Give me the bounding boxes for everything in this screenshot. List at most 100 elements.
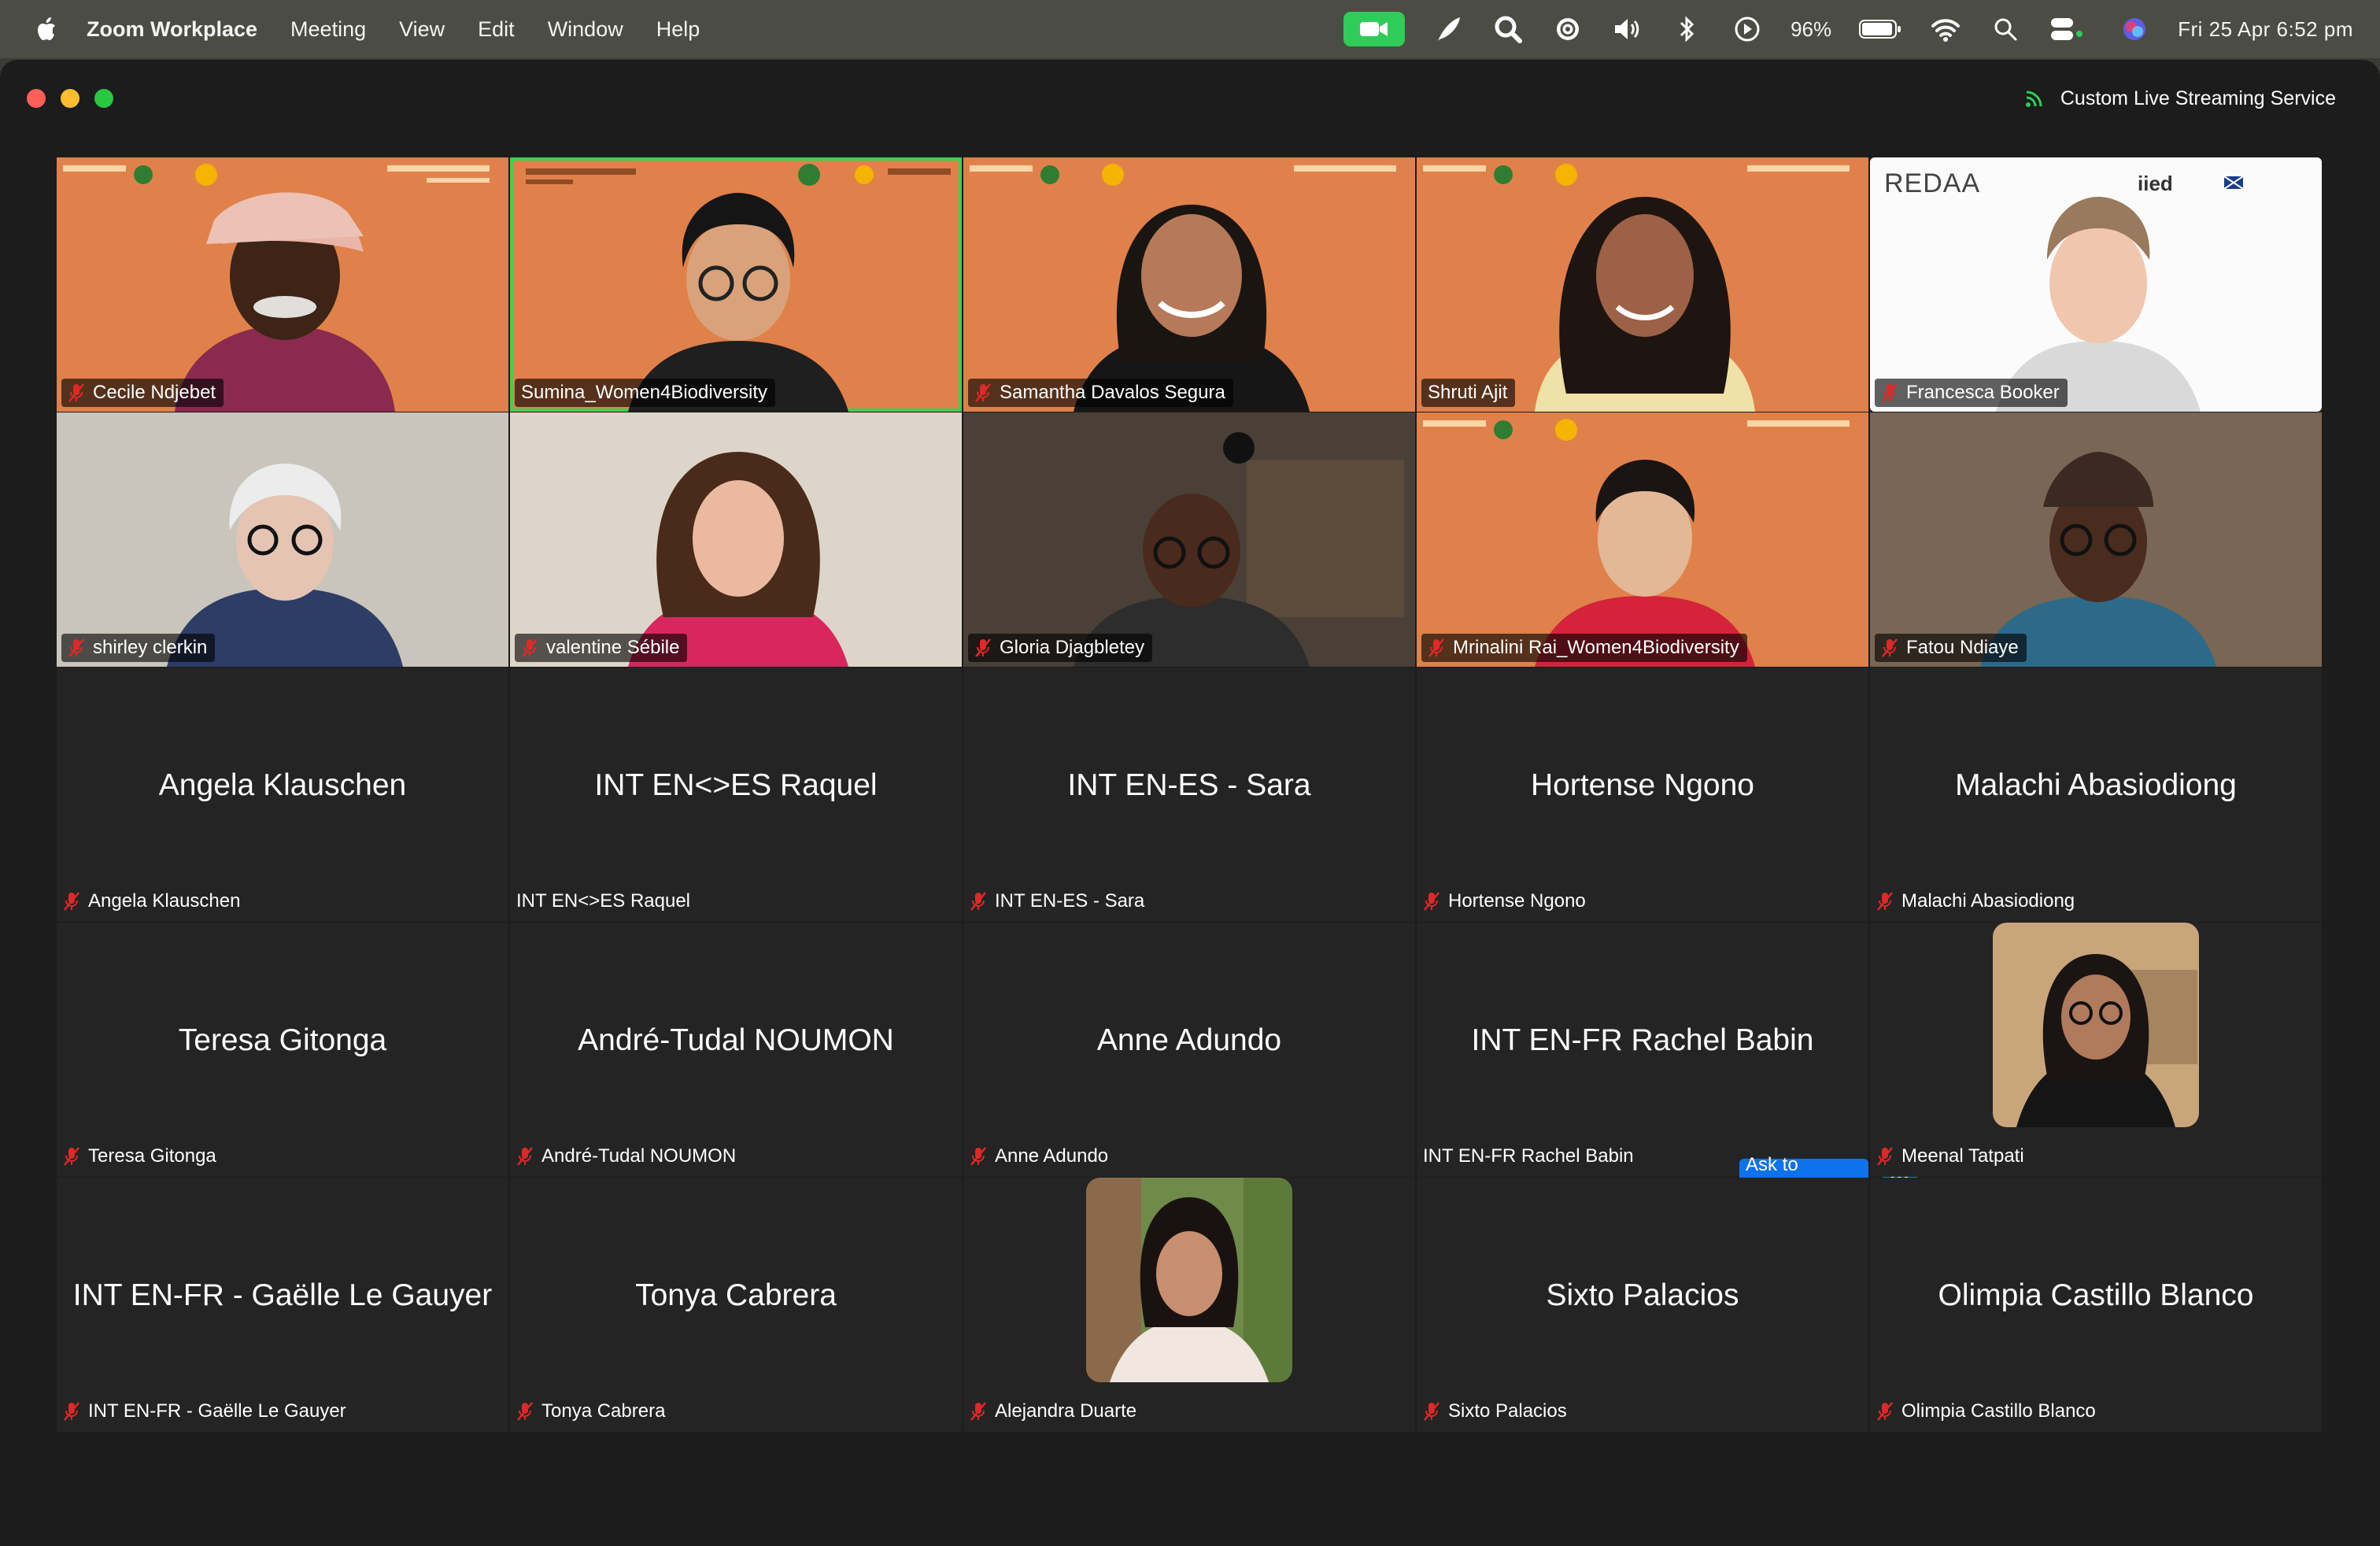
video-tile[interactable]: REDAA iied Francesca Booker	[1870, 157, 2322, 412]
live-streaming-indicator[interactable]: Custom Live Streaming Service	[2012, 77, 2349, 120]
video-off-tile[interactable]: Sixto Palacios Sixto Palacios	[1417, 1178, 1868, 1432]
participant-name-tag: INT EN<>ES Raquel	[510, 887, 698, 915]
active-speaker-tile[interactable]: Sumina_Women4Biodiversity	[510, 157, 962, 412]
app-menu[interactable]: Zoom Workplace	[87, 17, 257, 42]
video-off-tile[interactable]: Anne Adundo Anne Adundo	[963, 923, 1415, 1177]
video-off-tile[interactable]: INT EN-FR Rachel Babin INT EN-FR Rachel …	[1417, 923, 1917, 1197]
menu-view[interactable]: View	[399, 17, 445, 42]
muted-mic-icon	[68, 383, 84, 402]
participant-name: Cecile Ndjebet	[93, 382, 216, 403]
spotlight-search-icon[interactable]	[1989, 13, 2022, 45]
video-off-tile[interactable]: André-Tudal NOUMON André-Tudal NOUMON	[510, 923, 962, 1177]
participant-name: INT EN-ES - Sara	[995, 890, 1145, 912]
feather-icon[interactable]	[1432, 13, 1465, 45]
webinar-banner	[63, 164, 490, 186]
participant-name: Samantha Davalos Segura	[1000, 382, 1225, 403]
menu-bar: Zoom Workplace Meeting View Edit Window …	[0, 0, 2380, 58]
menu-help[interactable]: Help	[656, 17, 700, 42]
participant-name-tag: Gloria Djagbletey	[968, 634, 1153, 662]
participant-display-name: Angela Klauschen	[158, 768, 407, 802]
participant-video	[963, 412, 1415, 667]
control-center-icon[interactable]	[2049, 13, 2091, 45]
participant-name-tag: INT EN-FR Rachel Babin	[1417, 1142, 1642, 1171]
video-off-tile[interactable]: Tonya Cabrera Tonya Cabrera	[510, 1178, 962, 1432]
siri-icon[interactable]	[2118, 13, 2151, 45]
video-off-tile[interactable]: Hortense Ngono Hortense Ngono	[1417, 668, 1868, 922]
video-off-tile[interactable]: INT EN-FR - Gaëlle Le Gauyer INT EN-FR -…	[57, 1178, 508, 1432]
participant-name: Fatou Ndiaye	[1906, 637, 2019, 658]
menu-window[interactable]: Window	[548, 17, 623, 42]
participant-name-tag: INT EN-FR - Gaëlle Le Gauyer	[57, 1397, 354, 1426]
participant-name: Sixto Palacios	[1448, 1400, 1567, 1422]
close-window-button[interactable]	[27, 89, 46, 108]
muted-mic-icon	[970, 1402, 986, 1421]
apple-icon[interactable]	[31, 13, 63, 45]
participant-video	[57, 412, 508, 667]
bluetooth-icon[interactable]	[1671, 13, 1704, 45]
participant-display-name: Tonya Cabrera	[635, 1278, 837, 1312]
participant-name-tag: Shruti Ajit	[1421, 379, 1516, 407]
volume-icon[interactable]	[1611, 13, 1644, 45]
video-tile[interactable]: Samantha Davalos Segura	[963, 157, 1415, 412]
participant-name: Olimpia Castillo Blanco	[1901, 1400, 2096, 1422]
video-tile[interactable]: valentine Sébile	[510, 412, 962, 667]
zoom-meeting-window: Custom Live Streaming Service Cecile Ndj…	[0, 60, 2380, 1546]
profile-photo-tile[interactable]: Meenal Tatpati	[1870, 923, 2322, 1177]
profile-photo	[1086, 1178, 1292, 1382]
participant-name-tag: Malachi Abasiodiong	[1870, 887, 2082, 915]
participant-name-tag: Mrinalini Rai_Women4Biodiversity	[1421, 634, 1747, 662]
participant-display-name: Anne Adundo	[1096, 1023, 1282, 1057]
wifi-icon[interactable]	[1929, 13, 1962, 45]
participant-display-name: INT EN-FR - Gaëlle Le Gauyer	[72, 1278, 493, 1312]
participant-name-tag: Cecile Ndjebet	[61, 379, 224, 407]
magnifier-app-icon[interactable]	[1491, 13, 1524, 45]
video-off-tile[interactable]: INT EN-ES - Sara INT EN-ES - Sara	[963, 668, 1415, 922]
participant-name-tag: Meenal Tatpati	[1870, 1142, 2032, 1171]
participant-name-tag: Sixto Palacios	[1417, 1397, 1575, 1426]
participant-name: André-Tudal NOUMON	[541, 1145, 737, 1167]
participant-name-tag: Alejandra Duarte	[963, 1397, 1144, 1426]
video-tile[interactable]: Fatou Ndiaye	[1870, 412, 2322, 667]
video-off-tile[interactable]: Malachi Abasiodiong Malachi Abasiodiong	[1870, 668, 2322, 922]
video-tile[interactable]: Mrinalini Rai_Women4Biodiversity	[1417, 412, 1868, 667]
minimize-window-button[interactable]	[61, 89, 79, 108]
profile-photo-tile[interactable]: Alejandra Duarte	[963, 1178, 1415, 1432]
participant-name: Meenal Tatpati	[1901, 1145, 2024, 1167]
video-off-tile[interactable]: Angela Klauschen Angela Klauschen	[57, 668, 508, 922]
video-off-tile[interactable]: Olimpia Castillo Blanco Olimpia Castillo…	[1870, 1178, 2322, 1432]
participant-display-name: Hortense Ngono	[1530, 768, 1754, 802]
play-icon[interactable]	[1731, 13, 1764, 45]
spiral-app-icon[interactable]	[1551, 13, 1584, 45]
muted-mic-icon	[1877, 1147, 1893, 1166]
participant-name: INT EN<>ES Raquel	[516, 890, 691, 912]
webinar-banner	[526, 164, 951, 186]
zoom-video-icon[interactable]	[1343, 12, 1406, 46]
video-tile[interactable]: Gloria Djagbletey	[963, 412, 1415, 667]
video-tile[interactable]: shirley clerkin	[57, 412, 508, 667]
muted-mic-icon	[1424, 892, 1439, 911]
clock[interactable]: Fri 25 Apr 6:52 pm	[2178, 17, 2353, 42]
participant-video	[1870, 412, 2322, 667]
battery-percent: 96%	[1791, 17, 1832, 41]
participant-video	[510, 412, 962, 667]
participant-name-tag: Hortense Ngono	[1417, 887, 1594, 915]
webinar-banner	[970, 164, 1396, 186]
video-tile[interactable]: Cecile Ndjebet	[57, 157, 508, 412]
participant-display-name: André-Tudal NOUMON	[578, 1023, 894, 1057]
menu-edit[interactable]: Edit	[478, 17, 515, 42]
participant-display-name: Teresa Gitonga	[178, 1023, 387, 1057]
video-off-tile[interactable]: INT EN<>ES Raquel INT EN<>ES Raquel	[510, 668, 962, 922]
battery-icon[interactable]	[1858, 13, 1902, 45]
participant-name: INT EN-FR Rachel Babin	[1423, 1145, 1634, 1167]
iied-logo: iied	[2138, 172, 2173, 195]
video-off-tile[interactable]: Teresa Gitonga Teresa Gitonga	[57, 923, 508, 1177]
muted-mic-icon	[1882, 638, 1898, 657]
video-tile[interactable]: Shruti Ajit	[1417, 157, 1868, 412]
broadcast-icon	[2025, 91, 2042, 107]
participant-name: Sumina_Women4Biodiversity	[521, 382, 768, 403]
muted-mic-icon	[970, 892, 986, 911]
menu-meeting[interactable]: Meeting	[290, 17, 366, 42]
muted-mic-icon	[517, 1147, 533, 1166]
muted-mic-icon	[1882, 383, 1898, 402]
zoom-window-button[interactable]	[94, 89, 113, 108]
